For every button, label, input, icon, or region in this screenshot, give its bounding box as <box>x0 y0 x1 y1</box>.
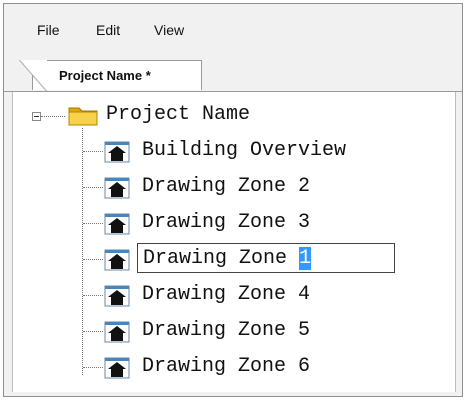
tree-connector <box>83 151 103 152</box>
project-tree: Project Name Building Overview Drawing Z… <box>12 92 456 392</box>
rename-input[interactable]: Drawing Zone 1 <box>137 243 395 273</box>
tree-node-label: Building Overview <box>142 139 347 162</box>
rename-input-text: Drawing Zone 1 <box>143 246 312 272</box>
tree-connector <box>83 259 103 260</box>
tree-root-label[interactable]: Project Name <box>106 102 250 128</box>
tree-node[interactable]: Drawing Zone 4 <box>13 279 453 311</box>
tree-node-label: Drawing Zone 4 <box>142 283 311 306</box>
tree-connector <box>83 331 103 332</box>
tree-node-label: Drawing Zone 5 <box>142 319 311 342</box>
tree-node[interactable]: Drawing Zone 3 <box>13 207 453 239</box>
building-icon <box>104 249 130 271</box>
tree-node-label: Drawing Zone 3 <box>142 211 311 234</box>
tree-node[interactable]: Building Overview <box>13 135 453 167</box>
tab-strip: Project Name * <box>4 58 462 92</box>
menu-edit[interactable]: Edit <box>96 22 120 38</box>
building-icon <box>104 213 130 235</box>
menu-file[interactable]: File <box>37 22 60 38</box>
tree-connector <box>83 367 103 368</box>
tree-node[interactable]: Drawing Zone 6 <box>13 351 453 383</box>
menu-bar: File Edit View <box>4 4 462 56</box>
tree-node[interactable]: Drawing Zone 2 <box>13 171 453 203</box>
tree-connector <box>83 187 103 188</box>
tree-node-editing[interactable]: Drawing Zone 1 <box>13 243 453 275</box>
tab-project[interactable]: Project Name * <box>19 60 202 92</box>
rename-prefix: Drawing Zone <box>143 247 300 270</box>
collapse-toggle[interactable] <box>32 112 41 121</box>
building-icon <box>104 141 130 163</box>
building-icon <box>104 177 130 199</box>
tree-node[interactable]: Drawing Zone 5 <box>13 315 453 347</box>
tree-node-label: Drawing Zone 2 <box>142 175 311 198</box>
tree-connector <box>41 116 65 117</box>
tree-connector <box>83 295 103 296</box>
app-window: File Edit View Project Name * Project Na… <box>3 3 463 397</box>
tab-project-label: Project Name * <box>59 68 151 83</box>
menu-view[interactable]: View <box>154 22 184 38</box>
tree-connector <box>83 223 103 224</box>
rename-selection: 1 <box>299 247 312 270</box>
building-icon <box>104 321 130 343</box>
tree-node-label: Drawing Zone 6 <box>142 355 311 378</box>
folder-icon <box>68 107 98 126</box>
building-icon <box>104 285 130 307</box>
building-icon <box>104 357 130 379</box>
